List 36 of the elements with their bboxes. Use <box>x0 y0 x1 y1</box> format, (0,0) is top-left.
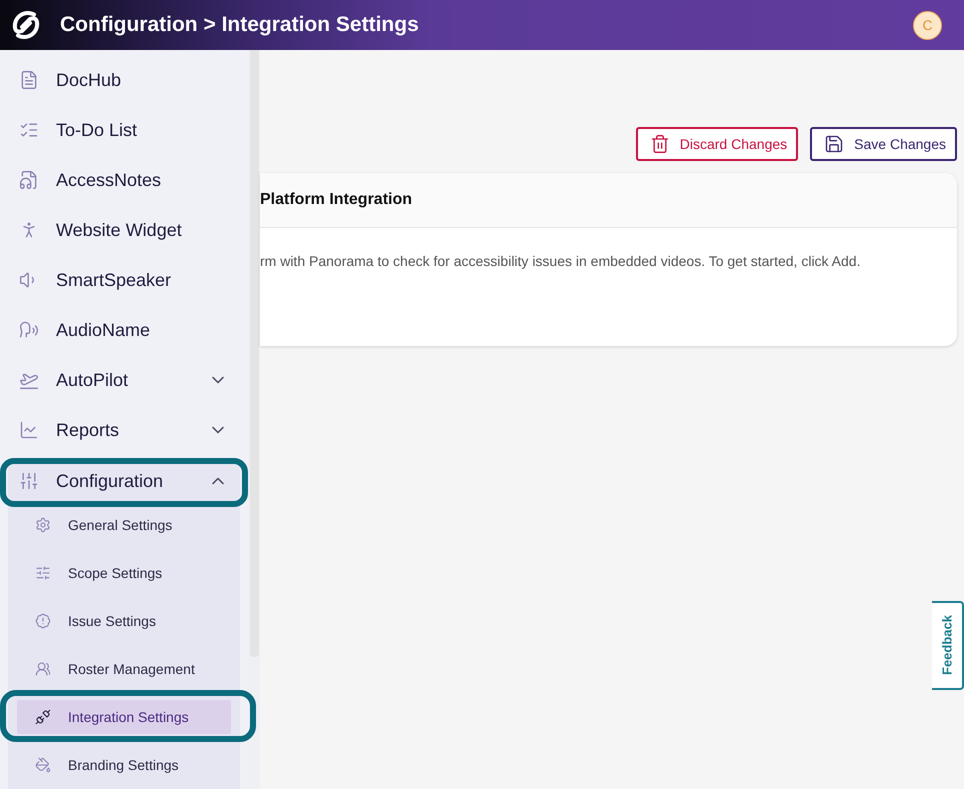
sliders-icon <box>35 565 51 581</box>
paint-bucket-icon <box>35 757 51 773</box>
page-title: Configuration > Integration Settings <box>60 12 420 38</box>
submenu-item[interactable]: Roster Management <box>17 652 231 686</box>
line-chart-icon <box>19 420 39 440</box>
sidebar-item[interactable]: Configuration <box>8 461 240 501</box>
sidebar-item[interactable]: AccessNotes <box>0 155 248 205</box>
logo-icon <box>10 9 42 41</box>
submenu-item[interactable]: Issue Settings <box>17 604 231 638</box>
speaking-person-icon <box>19 320 39 340</box>
card-title: Platform Integration <box>260 190 412 210</box>
alert-badge-icon <box>35 613 51 629</box>
submenu-item[interactable]: General Settings <box>17 508 231 542</box>
trash-icon <box>650 133 670 155</box>
submenu-item[interactable]: Scope Settings <box>17 556 231 590</box>
save-button[interactable]: Save Changes <box>810 127 957 161</box>
sidebar-item[interactable]: To-Do List <box>0 105 248 155</box>
audio-file-icon <box>19 170 39 190</box>
plug-icon <box>35 709 51 725</box>
submenu-item[interactable]: Branding Settings <box>17 748 231 782</box>
save-icon <box>824 133 844 155</box>
sidebar-item[interactable]: DocHub <box>0 55 248 105</box>
discard-button[interactable]: Discard Changes <box>636 127 798 161</box>
scrollbar-thumb[interactable] <box>250 50 258 657</box>
sidebar-item[interactable]: AudioName <box>0 305 248 355</box>
card-description: rm with Panorama to check for accessibility issues in embedded videos. To get started, click Add. <box>260 252 862 271</box>
settings-icon <box>35 517 51 533</box>
document-icon <box>19 70 39 90</box>
sidebar-item[interactable]: SmartSpeaker <box>0 255 248 305</box>
submenu-item[interactable]: Integration Settings <box>17 700 231 734</box>
people-icon <box>35 661 51 677</box>
sliders-icon <box>19 471 39 491</box>
feedback-tab[interactable]: Feedback <box>932 601 964 690</box>
sidebar-item[interactable]: Website Widget <box>0 205 248 255</box>
sidebar-item[interactable]: AutoPilot <box>0 355 248 405</box>
sidebar-item[interactable]: Reports <box>0 405 248 455</box>
